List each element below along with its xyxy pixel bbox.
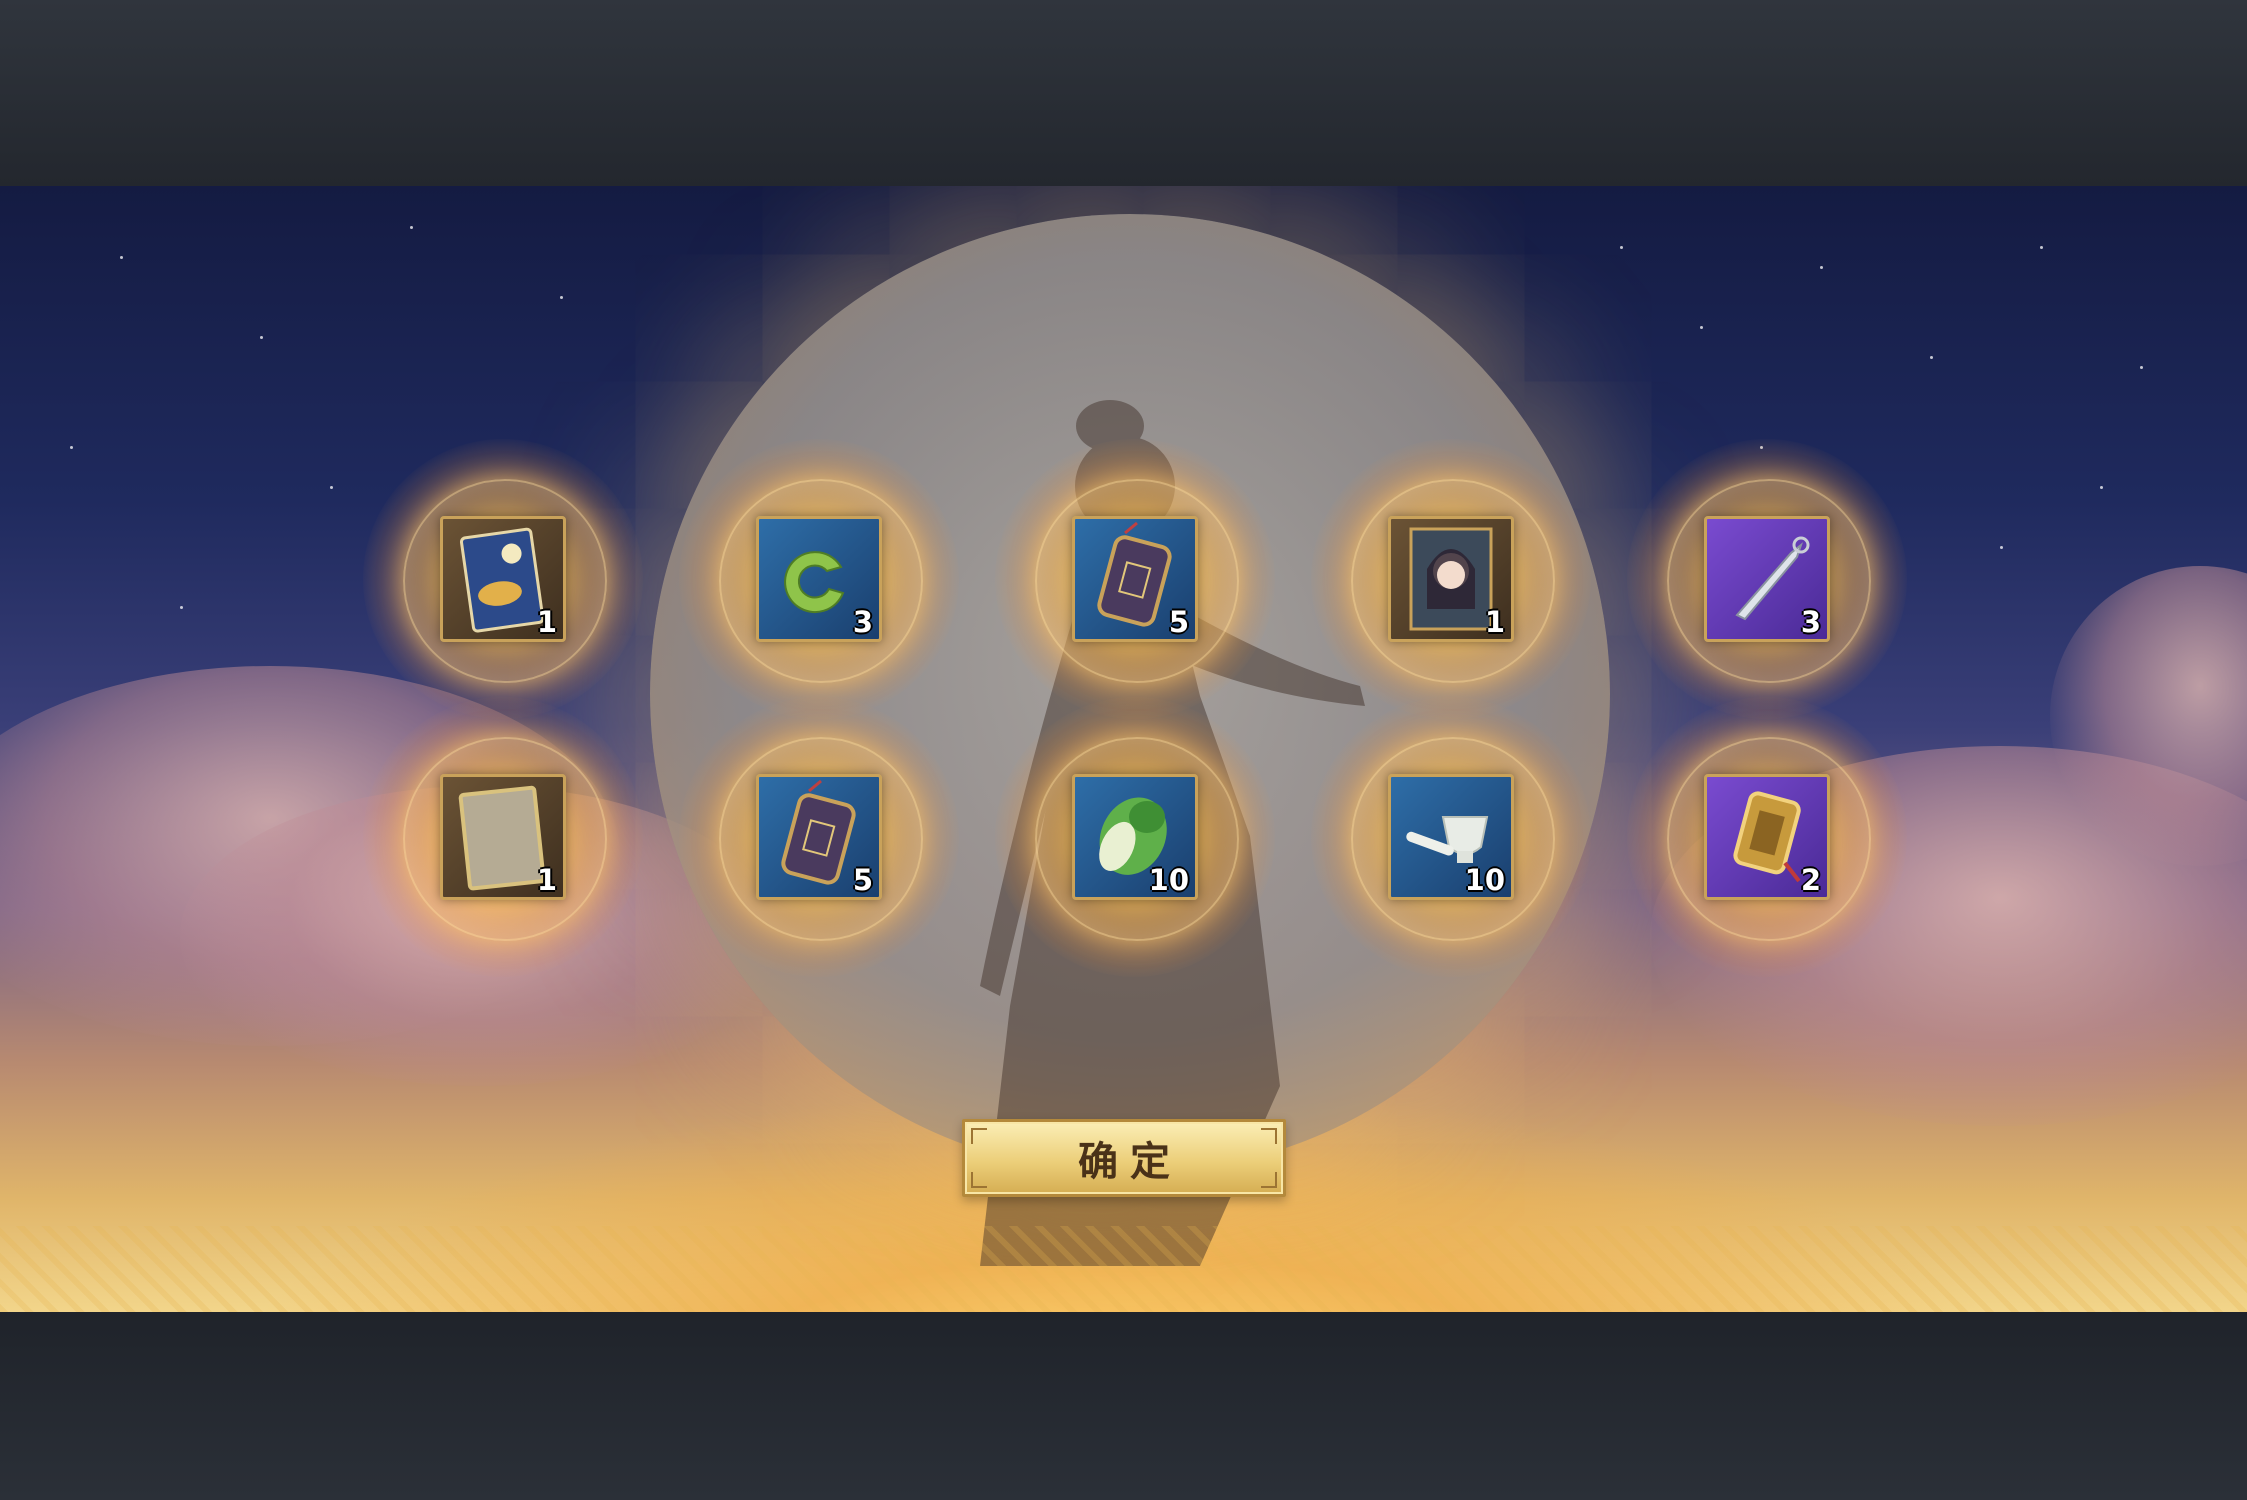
reward-slot[interactable]: 5	[1072, 516, 1198, 642]
reward-slot[interactable]: 1	[1388, 516, 1514, 642]
reward-quantity: 1	[1484, 605, 1505, 639]
confirm-button-label: 确定	[1078, 1139, 1182, 1185]
reward-slot[interactable]: 3	[1704, 516, 1830, 642]
reward-slot[interactable]: 5	[756, 774, 882, 900]
confirm-button[interactable]: 确定	[962, 1119, 1286, 1197]
reward-quantity: 1	[536, 605, 557, 639]
reward-quantity: 1	[536, 863, 557, 897]
reward-slot[interactable]: 10	[1072, 774, 1198, 900]
reward-quantity: 3	[852, 605, 873, 639]
reward-slot[interactable]: 3	[756, 516, 882, 642]
reward-quantity: 3	[1800, 605, 1821, 639]
reward-quantity: 2	[1800, 863, 1821, 897]
reward-panel: 1 3 5 1 3 1 5 10 10 2 确定	[0, 186, 2247, 1312]
top-letterbox	[0, 0, 2247, 186]
reward-quantity: 10	[1148, 863, 1189, 897]
reward-slot[interactable]: 2	[1704, 774, 1830, 900]
reward-quantity: 10	[1464, 863, 1505, 897]
reward-slot[interactable]: 1	[440, 516, 566, 642]
gold-pattern-band	[0, 1226, 2247, 1312]
reward-quantity: 5	[1168, 605, 1189, 639]
reward-quantity: 5	[852, 863, 873, 897]
reward-slot[interactable]: 1	[440, 774, 566, 900]
reward-slot[interactable]: 10	[1388, 774, 1514, 900]
bottom-letterbox	[0, 1312, 2247, 1500]
